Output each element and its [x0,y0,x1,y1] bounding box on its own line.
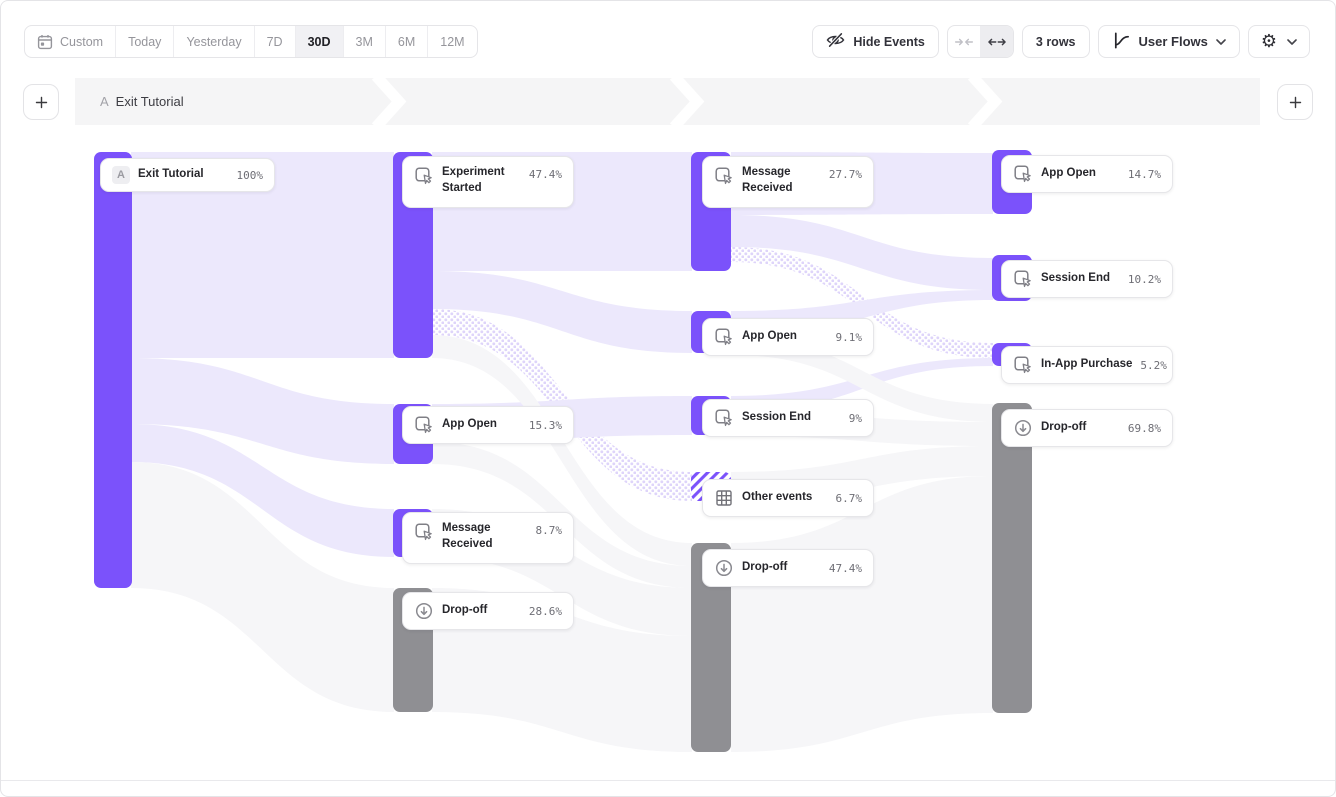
expand-icon [987,35,1007,49]
view-selector-label: User Flows [1139,34,1208,49]
event-icon [1013,355,1033,375]
settings-button[interactable]: ⚙ [1248,25,1310,58]
flow-node-app-open[interactable]: App Open 14.7% [1001,155,1173,193]
date-range-7d[interactable]: 7D [254,26,295,57]
view-selector-button[interactable]: User Flows [1098,25,1240,58]
node-label: Experiment Started [442,165,521,196]
add-step-before-button[interactable] [23,84,59,120]
date-range-custom[interactable]: Custom [25,26,115,57]
column-width-toggle [947,25,1014,58]
node-label: App Open [742,329,797,345]
flow-node-app-open[interactable]: App Open 9.1% [702,318,874,356]
collapse-columns-button[interactable] [948,26,980,57]
flow-node-in-app-purchase[interactable]: In-App Purchase 5.2% [1001,346,1173,384]
event-icon [414,522,434,542]
node-percentage: 8.7% [536,524,563,537]
flows-chart-icon [1112,31,1131,53]
hide-events-button[interactable]: Hide Events [812,25,939,58]
date-range-picker: Custom Today Yesterday 7D 30D 3M 6M 12M [24,25,478,58]
plus-icon [34,95,49,110]
node-percentage: 5.2% [1140,359,1167,372]
step-letter: A [100,94,109,109]
flow-node-drop-off[interactable]: Drop-off 47.4% [702,549,874,587]
rows-label: 3 rows [1036,35,1076,49]
sankey-dropoff-bar[interactable] [992,403,1032,713]
dropoff-icon [714,558,734,578]
node-label: Session End [742,410,811,426]
flow-node-drop-off[interactable]: Drop-off 28.6% [402,592,574,630]
rows-button[interactable]: 3 rows [1022,25,1090,58]
date-range-12m[interactable]: 12M [427,26,476,57]
flow-node-drop-off[interactable]: Drop-off 69.8% [1001,409,1173,447]
step-a-header[interactable]: A Exit Tutorial [100,78,184,125]
node-percentage: 100% [237,169,264,182]
expand-columns-button[interactable] [980,26,1013,57]
plus-icon [1288,95,1303,110]
event-icon [714,166,734,186]
sankey-node-bar[interactable] [94,152,132,588]
node-label: Exit Tutorial [138,167,204,183]
node-percentage: 15.3% [529,419,562,432]
flow-node-session-end[interactable]: Session End 9% [702,399,874,437]
date-range-6m[interactable]: 6M [385,26,427,57]
node-percentage: 27.7% [829,168,862,181]
canvas-bottom-divider [1,780,1335,781]
node-label: App Open [1041,166,1096,182]
node-label: Message Received [442,521,522,552]
node-percentage: 9.1% [836,331,863,344]
flow-node-other-events[interactable]: Other events 6.7% [702,479,874,517]
date-range-30d[interactable]: 30D [295,26,343,57]
dropoff-icon [414,601,434,621]
step-a-badge: A [112,166,130,184]
node-percentage: 47.4% [829,562,862,575]
node-percentage: 10.2% [1128,273,1161,286]
sankey-dropoff-band[interactable] [731,476,993,752]
node-percentage: 47.4% [529,168,562,181]
steps-header-bar: A Exit Tutorial [75,78,1260,125]
chevron-down-icon [1287,39,1297,45]
add-step-after-button[interactable] [1277,84,1313,120]
calendar-icon [37,34,53,50]
node-label: Message Received [742,165,821,196]
event-icon [414,166,434,186]
date-range-yesterday[interactable]: Yesterday [173,26,253,57]
event-icon [714,327,734,347]
grid-icon [714,488,734,508]
date-range-3m[interactable]: 3M [343,26,385,57]
eye-off-icon [826,32,845,51]
node-percentage: 28.6% [529,605,562,618]
node-label: Drop-off [742,560,787,576]
event-icon [1013,164,1033,184]
event-icon [714,408,734,428]
flow-node-message-received[interactable]: Message Received 8.7% [402,512,574,564]
flow-node-experiment-started[interactable]: Experiment Started 47.4% [402,156,574,208]
node-label: App Open [442,417,497,433]
event-icon [1013,269,1033,289]
top-toolbar: Custom Today Yesterday 7D 30D 3M 6M 12M … [24,25,1310,58]
node-label: In-App Purchase [1041,357,1132,373]
step-chevron-separators [75,78,1260,125]
node-percentage: 9% [849,412,862,425]
event-icon [414,415,434,435]
node-label: Other events [742,490,812,506]
gear-icon: ⚙ [1261,33,1277,51]
node-percentage: 14.7% [1128,168,1161,181]
date-range-label: Custom [60,35,103,49]
dropoff-icon [1013,418,1033,438]
flow-node-exit-tutorial[interactable]: A Exit Tutorial 100% [100,158,275,192]
flow-node-session-end[interactable]: Session End 10.2% [1001,260,1173,298]
step-title: Exit Tutorial [116,94,184,109]
flow-node-message-received[interactable]: Message Received 27.7% [702,156,874,208]
node-label: Drop-off [442,603,487,619]
node-label: Session End [1041,271,1110,287]
flow-node-app-open[interactable]: App Open 15.3% [402,406,574,444]
node-label: Drop-off [1041,420,1086,436]
chevron-down-icon [1216,39,1226,45]
collapse-icon [954,35,974,49]
hide-events-label: Hide Events [853,35,925,49]
node-percentage: 6.7% [836,492,863,505]
node-percentage: 69.8% [1128,422,1161,435]
date-range-today[interactable]: Today [115,26,173,57]
